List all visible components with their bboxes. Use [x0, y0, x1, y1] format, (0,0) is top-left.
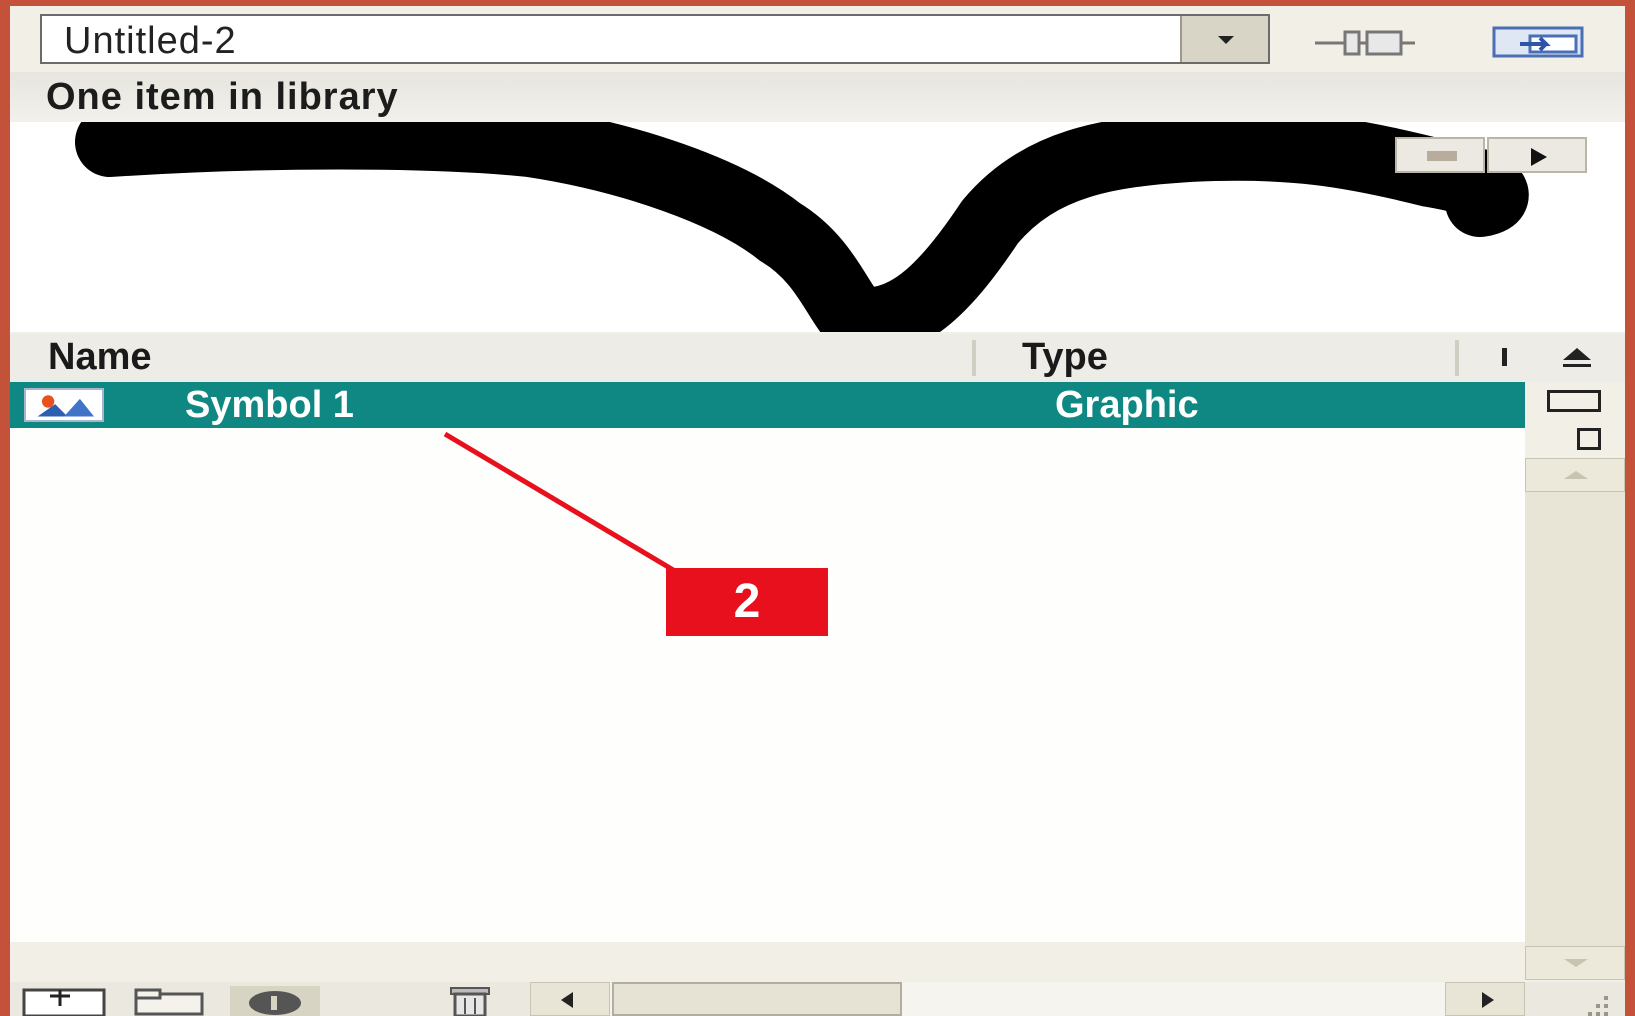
- library-item-list: Symbol 1 Graphic: [10, 382, 1525, 942]
- dropdown-arrow-button[interactable]: [1180, 16, 1268, 62]
- scroll-down-button[interactable]: [1525, 946, 1625, 980]
- new-library-panel-icon[interactable]: [1490, 24, 1590, 60]
- sort-ascending-icon: [1563, 348, 1591, 360]
- arrow-down-icon: [1564, 959, 1588, 967]
- wide-view-button[interactable]: [1525, 382, 1625, 422]
- library-item-count: One item in library: [10, 72, 1625, 126]
- narrow-view-button[interactable]: [1525, 422, 1625, 458]
- resize-grip-icon[interactable]: [1540, 986, 1620, 1016]
- column-divider[interactable]: [972, 340, 976, 376]
- scroll-right-button[interactable]: [1445, 982, 1525, 1016]
- column-header-truncated[interactable]: [1502, 348, 1507, 366]
- column-header-type[interactable]: Type: [1022, 336, 1108, 379]
- symbol-preview-shape: [75, 122, 1529, 332]
- play-icon: [1531, 148, 1547, 166]
- sort-order-button[interactable]: [1525, 334, 1625, 382]
- document-dropdown-value: Untitled-2: [64, 20, 237, 62]
- item-name: Symbol 1: [185, 384, 354, 426]
- wide-state-icon: [1547, 390, 1601, 412]
- column-header-name[interactable]: Name: [48, 336, 152, 379]
- document-dropdown[interactable]: Untitled-2: [40, 14, 1270, 64]
- properties-icon[interactable]: [230, 986, 320, 1016]
- column-divider[interactable]: [1455, 340, 1459, 376]
- arrow-up-icon: [1564, 471, 1588, 479]
- symbol-preview-area: [10, 122, 1625, 332]
- graphic-symbol-icon: [24, 388, 104, 422]
- column-header-row: Name Type: [10, 334, 1525, 382]
- new-symbol-icon[interactable]: [20, 986, 110, 1016]
- scroll-left-button[interactable]: [530, 982, 610, 1016]
- vertical-scrollbar[interactable]: [1525, 458, 1625, 980]
- stop-icon: [1427, 151, 1457, 161]
- chevron-down-icon: [1218, 36, 1234, 44]
- scroll-up-button[interactable]: [1525, 458, 1625, 492]
- narrow-state-icon: [1577, 428, 1601, 450]
- arrow-left-icon: [561, 992, 573, 1008]
- item-type: Graphic: [1055, 384, 1199, 426]
- new-folder-icon[interactable]: [130, 986, 210, 1016]
- horizontal-scrollbar[interactable]: [530, 982, 1525, 1016]
- preview-stop-button[interactable]: [1395, 137, 1485, 173]
- item-count-label: One item in library: [46, 76, 399, 118]
- library-panel: Untitled-2 One item in library Name Type: [10, 6, 1625, 1016]
- preview-play-button[interactable]: [1487, 137, 1587, 173]
- list-item-symbol-1[interactable]: Symbol 1 Graphic: [10, 382, 1525, 428]
- sort-bar-icon: [1563, 364, 1591, 367]
- horizontal-scroll-thumb[interactable]: [612, 982, 902, 1016]
- arrow-right-icon: [1482, 992, 1494, 1008]
- callout-badge: 2: [666, 568, 828, 636]
- pin-library-icon[interactable]: [1315, 26, 1415, 60]
- trash-icon[interactable]: [435, 986, 505, 1016]
